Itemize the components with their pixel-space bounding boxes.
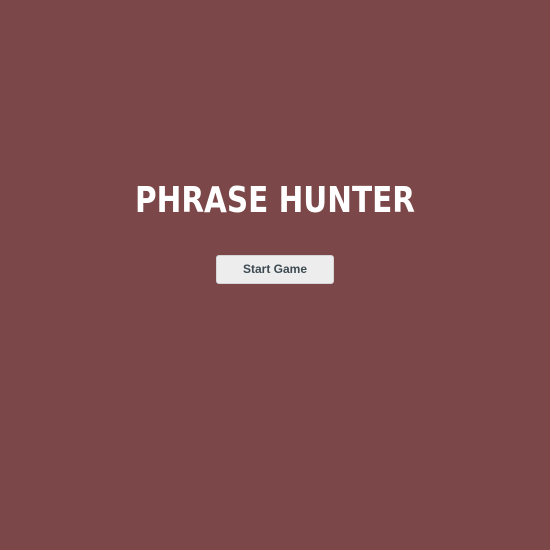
game-title: PHRASE HUNTER	[134, 180, 416, 221]
start-game-button[interactable]: Start Game	[216, 255, 334, 284]
start-overlay: PHRASE HUNTER Start Game	[0, 0, 550, 550]
